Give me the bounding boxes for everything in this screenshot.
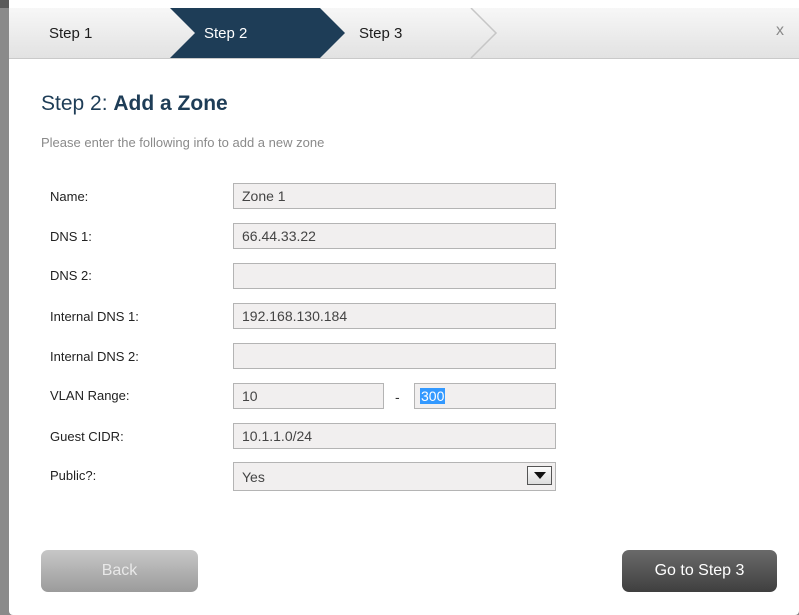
wizard-step-3[interactable]: Step 3 — [359, 25, 402, 42]
name-field[interactable] — [233, 183, 556, 209]
close-icon[interactable]: x — [776, 22, 784, 40]
vlan-range-label: VLAN Range: — [50, 388, 130, 403]
wizard-step-2[interactable]: Step 2 — [204, 25, 247, 42]
title-prefix: Step 2: — [41, 92, 114, 115]
chevron-down-icon — [534, 472, 546, 479]
dns1-field[interactable] — [233, 223, 556, 249]
public-select[interactable]: Yes — [233, 462, 556, 491]
vlan-range-separator: - — [395, 389, 400, 405]
wizard-step-1[interactable]: Step 1 — [49, 25, 92, 42]
vlan-to-field[interactable]: 300 — [414, 383, 556, 409]
dns1-label: DNS 1: — [50, 229, 92, 244]
title-bold: Add a Zone — [113, 92, 228, 115]
page-subtitle: Please enter the following info to add a… — [41, 135, 325, 150]
internal-dns1-field[interactable] — [233, 303, 556, 329]
vlan-to-selected-text: 300 — [420, 388, 446, 404]
dropdown-button[interactable] — [527, 466, 552, 485]
dns2-label: DNS 2: — [50, 268, 92, 283]
wizard-steps-bar: Step 1 Step 2 Step 3 x — [9, 8, 799, 59]
public-label: Public?: — [50, 468, 97, 483]
public-select-value: Yes — [242, 469, 265, 485]
guest-cidr-label: Guest CIDR: — [50, 429, 124, 444]
internal-dns2-field[interactable] — [233, 343, 556, 369]
vlan-from-field[interactable] — [233, 383, 384, 409]
page-title: Step 2: Add a Zone — [41, 92, 228, 116]
add-zone-dialog: Step 1 Step 2 Step 3 x Step 2: Add a Zon… — [9, 0, 799, 615]
step-2-active-arrow — [170, 8, 345, 58]
back-button[interactable]: Back — [41, 550, 198, 592]
step-3-arrow-outline — [470, 8, 498, 58]
name-label: Name: — [50, 189, 89, 204]
internal-dns2-label: Internal DNS 2: — [50, 349, 139, 364]
dns2-field[interactable] — [233, 263, 556, 289]
go-to-step-3-button[interactable]: Go to Step 3 — [622, 550, 777, 592]
internal-dns1-label: Internal DNS 1: — [50, 309, 139, 324]
guest-cidr-field[interactable] — [233, 423, 556, 449]
